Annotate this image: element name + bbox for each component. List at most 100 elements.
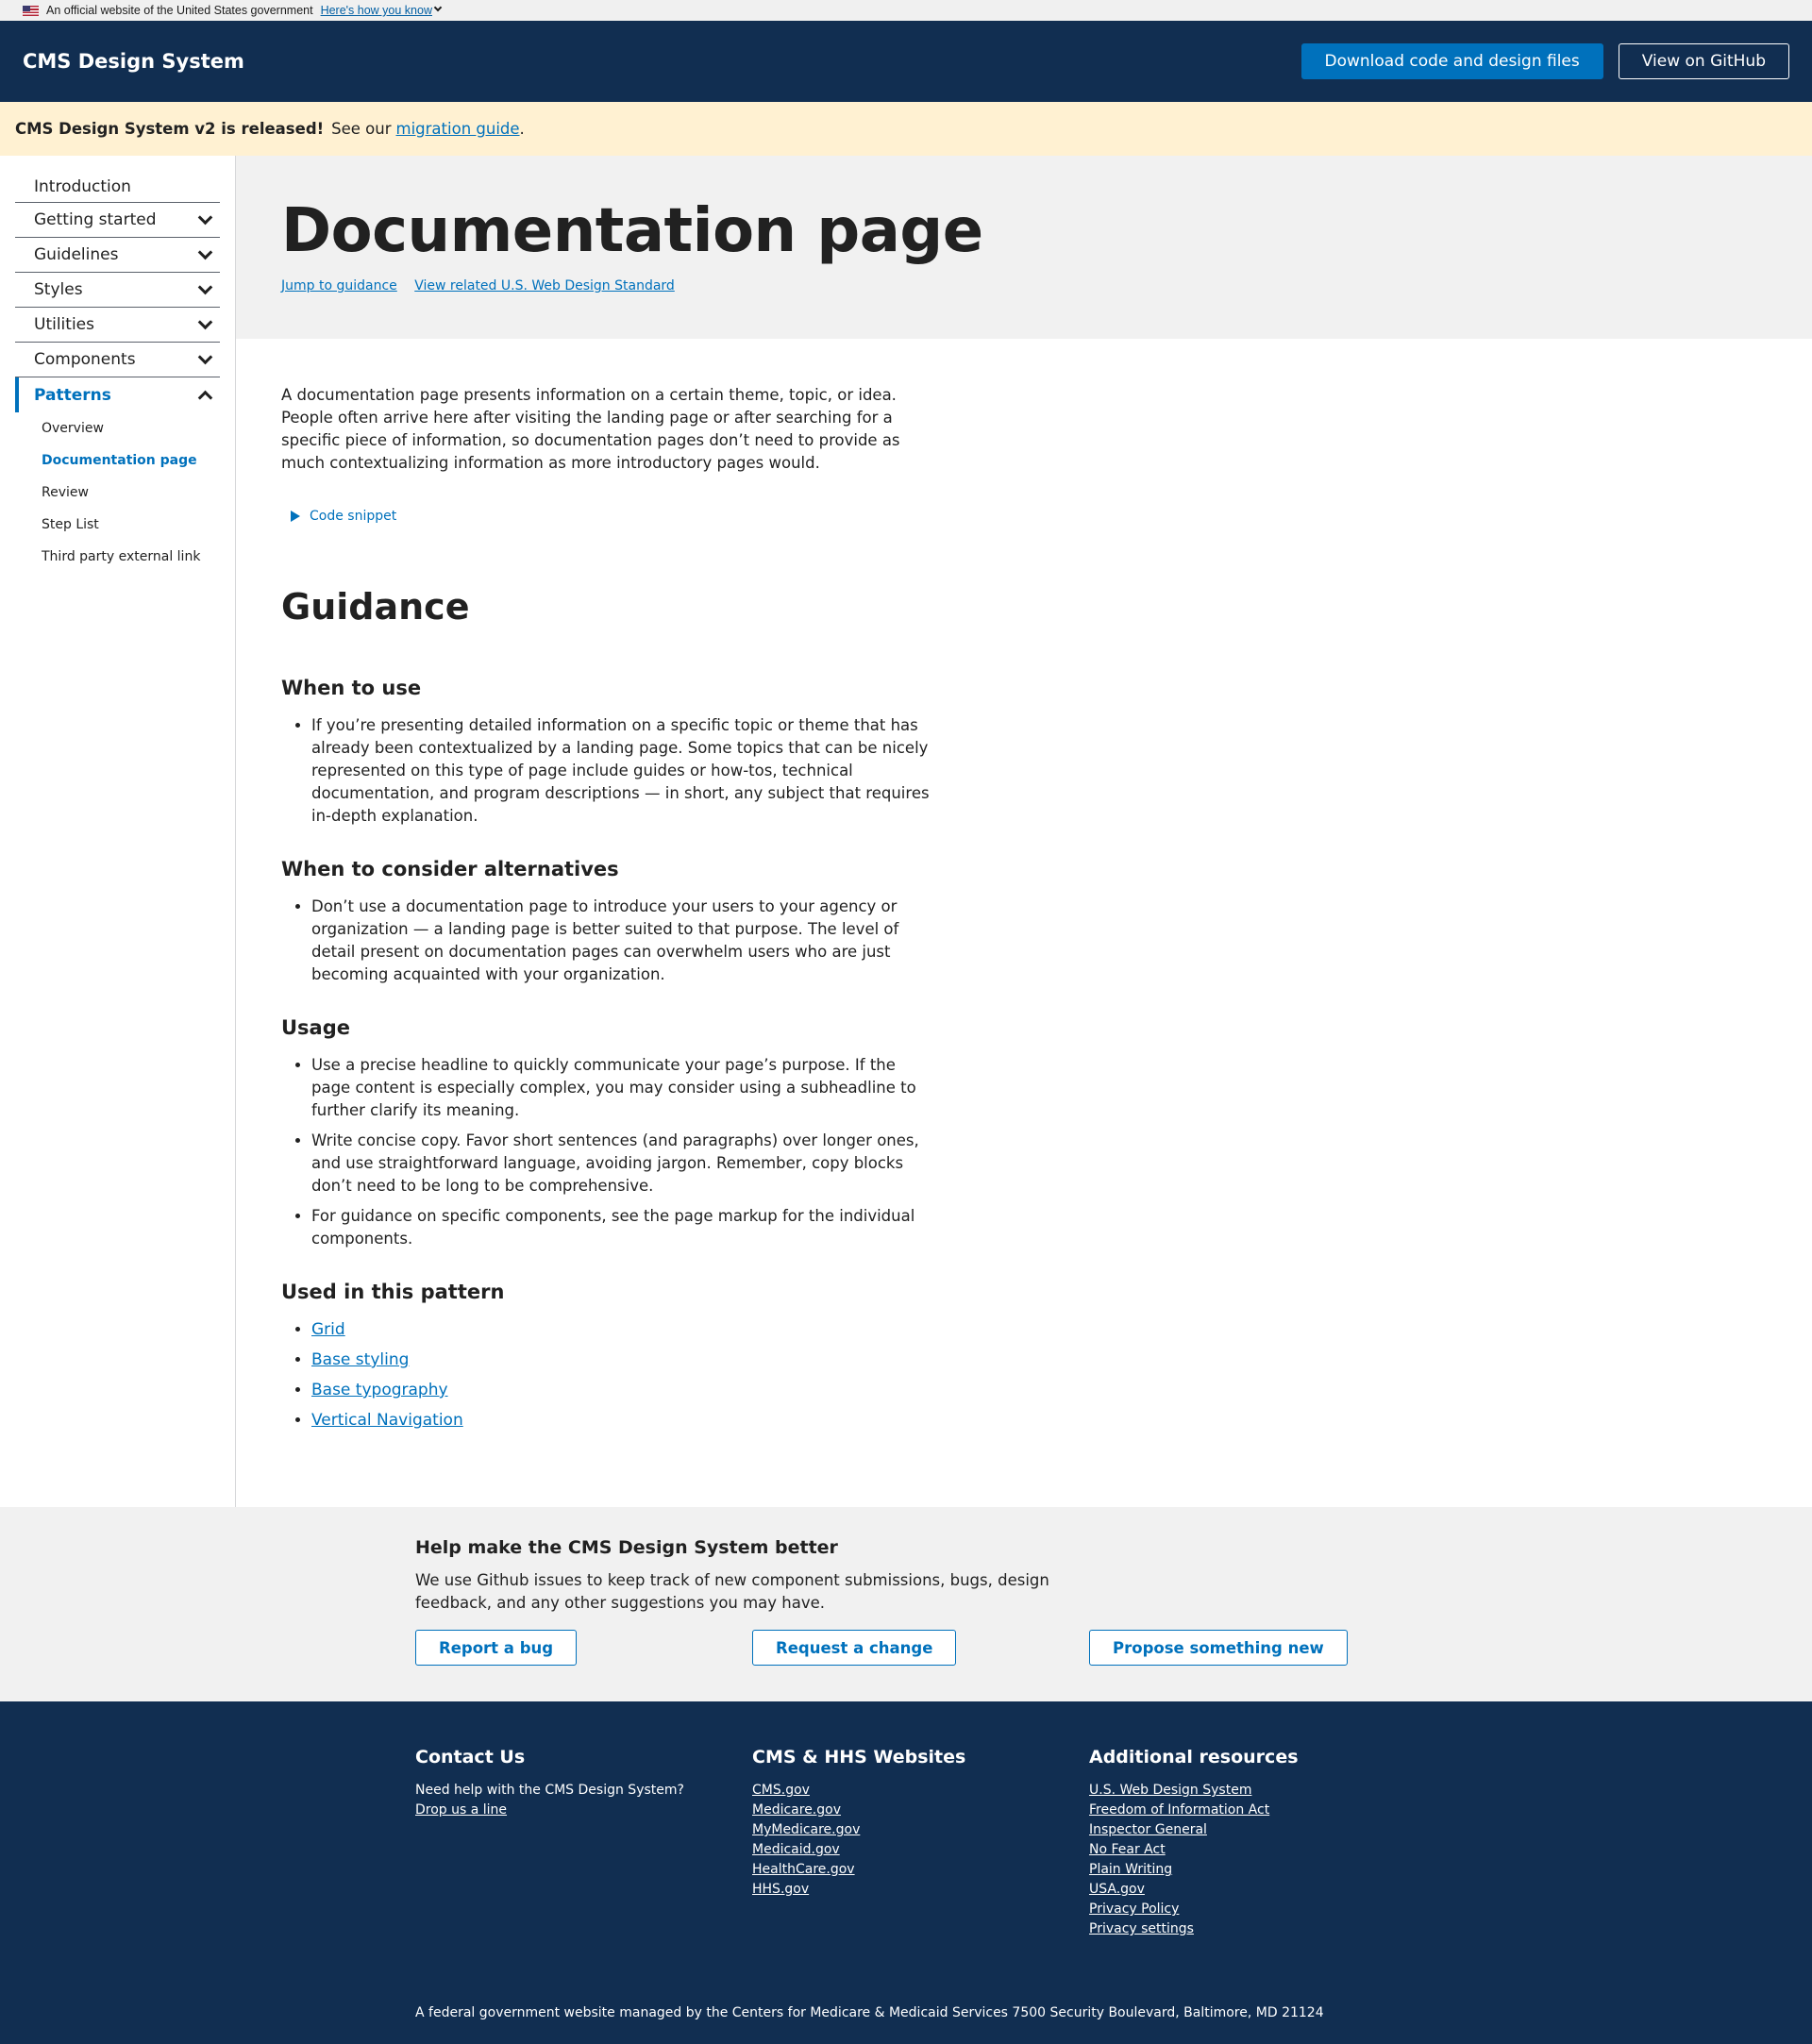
list-item: Use a precise headline to quickly commun… xyxy=(311,1054,934,1122)
uswds-link[interactable]: U.S. Web Design System xyxy=(1089,1781,1426,1801)
chevron-up-icon[interactable] xyxy=(197,390,213,406)
page-layout: Introduction Getting started Guidelines … xyxy=(0,156,1812,1507)
chevron-down-icon[interactable] xyxy=(433,3,443,12)
plain-writing-link[interactable]: Plain Writing xyxy=(1089,1860,1426,1880)
when-to-use-list: If you’re presenting detailed informatio… xyxy=(281,714,934,828)
vertical-navigation-link[interactable]: Vertical Navigation xyxy=(311,1411,463,1430)
sidebar-item-introduction[interactable]: Introduction xyxy=(15,171,220,203)
mymedicare-gov-link[interactable]: MyMedicare.gov xyxy=(752,1820,1089,1840)
us-flag-icon xyxy=(23,5,39,16)
sidebar-item-getting-started[interactable]: Getting started xyxy=(15,203,220,238)
used-in-pattern-heading: Used in this pattern xyxy=(281,1281,505,1303)
base-styling-link[interactable]: Base styling xyxy=(311,1350,409,1369)
resources-heading: Additional resources xyxy=(1089,1747,1299,1768)
sidebar-item-label: Introduction xyxy=(34,176,131,196)
grid-link[interactable]: Grid xyxy=(311,1320,345,1339)
help-buttons: Report a bug Request a change Propose so… xyxy=(415,1630,1812,1666)
sidebar-item-label: Utilities xyxy=(34,315,94,334)
chevron-down-icon[interactable] xyxy=(197,349,213,364)
page-hero: Documentation page Jump to guidance View… xyxy=(236,156,1812,339)
sidebar-item-patterns[interactable]: Patterns xyxy=(15,377,220,412)
sidebar-subitem-overview[interactable]: Overview xyxy=(15,412,220,444)
contact-text: Need help with the CMS Design System? xyxy=(415,1783,684,1798)
chevron-down-icon[interactable] xyxy=(197,209,213,225)
release-alert: CMS Design System v2 is released! See ou… xyxy=(0,102,1812,156)
list-item: Vertical Navigation xyxy=(311,1409,934,1432)
list-item: Don’t use a documentation page to introd… xyxy=(311,896,934,986)
sidebar-item-label: Getting started xyxy=(34,210,157,229)
list-item: If you’re presenting detailed informatio… xyxy=(311,714,934,828)
sidebar-item-guidelines[interactable]: Guidelines xyxy=(15,238,220,273)
propose-new-button[interactable]: Propose something new xyxy=(1089,1630,1348,1666)
medicaid-gov-link[interactable]: Medicaid.gov xyxy=(752,1840,1089,1860)
sidebar-item-styles[interactable]: Styles xyxy=(15,273,220,308)
help-col: Report a bug xyxy=(415,1630,752,1666)
site-header: CMS Design System Download code and desi… xyxy=(0,21,1812,102)
usage-list: Use a precise headline to quickly commun… xyxy=(281,1054,934,1250)
privacy-policy-link[interactable]: Privacy Policy xyxy=(1089,1900,1426,1919)
sidebar-subitem-documentation-page[interactable]: Documentation page xyxy=(15,444,220,477)
list-item: Write concise copy. Favor short sentence… xyxy=(311,1130,934,1198)
site-title[interactable]: CMS Design System xyxy=(23,50,244,73)
caret-right-icon[interactable] xyxy=(291,511,300,522)
sidebar-subitem-step-list[interactable]: Step List xyxy=(15,509,220,541)
list-item: Base styling xyxy=(311,1349,934,1371)
alert-text: See our xyxy=(331,120,392,138)
help-text: We use Github issues to keep track of ne… xyxy=(415,1571,1049,1612)
footer-contact: Contact Us Need help with the CMS Design… xyxy=(415,1747,752,1939)
official-site-text: An official website of the United States… xyxy=(46,4,313,17)
inspector-general-link[interactable]: Inspector General xyxy=(1089,1820,1426,1840)
usage-heading: Usage xyxy=(281,1016,350,1039)
usa-banner: An official website of the United States… xyxy=(0,0,1812,21)
foia-link[interactable]: Freedom of Information Act xyxy=(1089,1801,1426,1820)
chevron-down-icon[interactable] xyxy=(197,244,213,260)
chevron-down-icon[interactable] xyxy=(197,314,213,329)
base-typography-link[interactable]: Base typography xyxy=(311,1381,448,1399)
help-heading: Help make the CMS Design System better xyxy=(415,1537,838,1558)
alert-suffix: . xyxy=(519,120,525,138)
sidebar-nav: Introduction Getting started Guidelines … xyxy=(0,156,236,1507)
site-footer: Contact Us Need help with the CMS Design… xyxy=(0,1701,1812,2044)
related-uswds-link[interactable]: View related U.S. Web Design Standard xyxy=(414,278,675,293)
cms-gov-link[interactable]: CMS.gov xyxy=(752,1781,1089,1801)
sidebar-subitem-review[interactable]: Review xyxy=(15,477,220,509)
usa-gov-link[interactable]: USA.gov xyxy=(1089,1880,1426,1900)
sidebar-item-utilities[interactable]: Utilities xyxy=(15,308,220,343)
main-content: Documentation page Jump to guidance View… xyxy=(236,156,1812,1507)
heres-how-you-know-link[interactable]: Here's how you know xyxy=(321,4,432,17)
used-in-pattern-list: Grid Base styling Base typography Vertic… xyxy=(281,1318,934,1432)
healthcare-gov-link[interactable]: HealthCare.gov xyxy=(752,1860,1089,1880)
migration-guide-link[interactable]: migration guide xyxy=(396,120,520,138)
medicare-gov-link[interactable]: Medicare.gov xyxy=(752,1801,1089,1820)
jump-to-guidance-link[interactable]: Jump to guidance xyxy=(281,278,397,293)
sidebar-item-components[interactable]: Components xyxy=(15,343,220,377)
github-button[interactable]: View on GitHub xyxy=(1618,43,1789,79)
list-item: Base typography xyxy=(311,1379,934,1401)
no-fear-act-link[interactable]: No Fear Act xyxy=(1089,1840,1426,1860)
intro-paragraph: A documentation page presents informatio… xyxy=(281,386,900,472)
footer-columns: Contact Us Need help with the CMS Design… xyxy=(415,1747,1812,1939)
help-col: Request a change xyxy=(752,1630,1089,1666)
code-snippet-toggle[interactable]: Code snippet xyxy=(281,509,934,524)
drop-us-a-line-link[interactable]: Drop us a line xyxy=(415,1801,752,1820)
alert-heading: CMS Design System v2 is released! xyxy=(15,120,325,138)
list-item: Grid xyxy=(311,1318,934,1341)
report-bug-button[interactable]: Report a bug xyxy=(415,1630,578,1666)
chevron-down-icon[interactable] xyxy=(197,279,213,294)
footer-websites: CMS & HHS Websites CMS.gov Medicare.gov … xyxy=(752,1747,1089,1939)
alternatives-list: Don’t use a documentation page to introd… xyxy=(281,896,934,986)
sidebar-item-label: Patterns xyxy=(34,385,111,405)
privacy-settings-link[interactable]: Privacy settings xyxy=(1089,1919,1426,1939)
help-section: Help make the CMS Design System better W… xyxy=(0,1507,1812,1701)
hhs-gov-link[interactable]: HHS.gov xyxy=(752,1880,1089,1900)
request-change-button[interactable]: Request a change xyxy=(752,1630,957,1666)
help-col: Propose something new xyxy=(1089,1630,1426,1666)
hero-links: Jump to guidance View related U.S. Web D… xyxy=(281,278,1812,293)
download-button[interactable]: Download code and design files xyxy=(1300,43,1603,79)
page-title: Documentation page xyxy=(281,196,983,266)
footer-bottom-text: A federal government website managed by … xyxy=(415,2005,1324,2020)
footer-resources: Additional resources U.S. Web Design Sys… xyxy=(1089,1747,1426,1939)
sidebar-subitem-third-party-link[interactable]: Third party external link xyxy=(15,541,220,573)
code-snippet-label[interactable]: Code snippet xyxy=(310,509,396,524)
sidebar-item-label: Components xyxy=(34,350,136,369)
